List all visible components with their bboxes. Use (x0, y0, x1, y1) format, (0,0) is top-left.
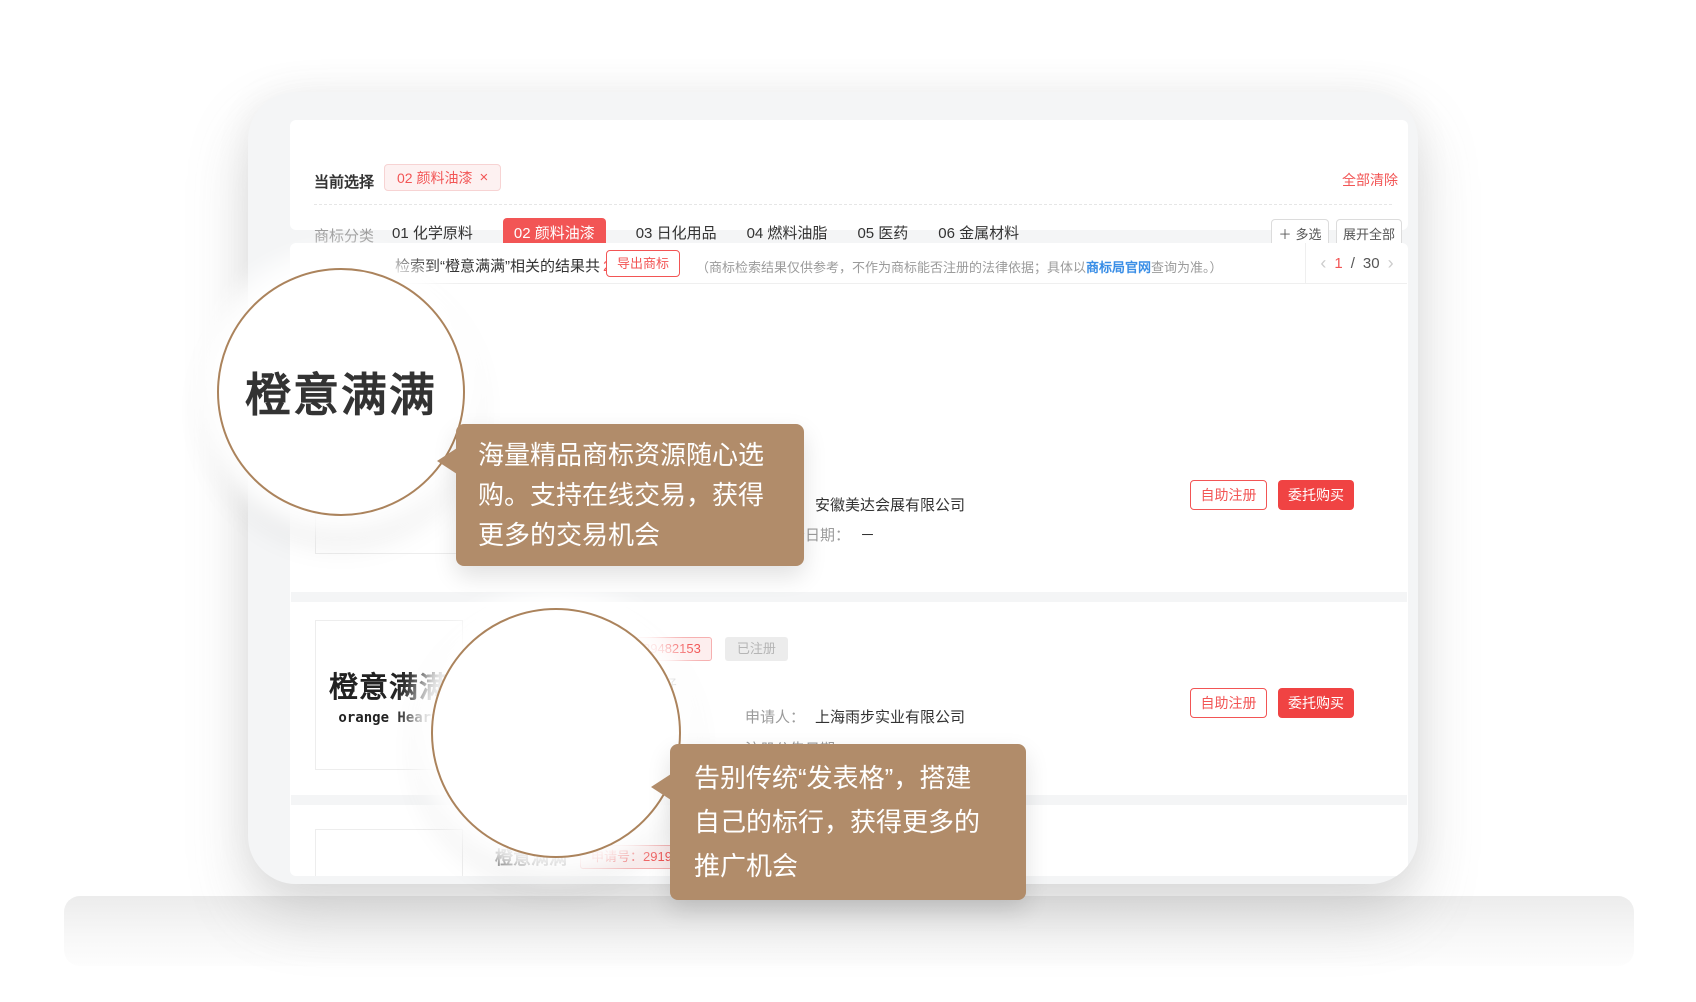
magnifier-circle-1: 橙意满满 (217, 268, 465, 516)
disclaimer-pre: （商标检索结果仅供参考，不作为商标能否注册的法律依据；具体以 (696, 260, 1086, 275)
tooltip-line: 海量精品商标资源随心选 (478, 435, 782, 475)
tooltip-arrow-left-icon (651, 774, 671, 800)
tooltip-line: 更多的交易机会 (478, 515, 782, 555)
category-item-05[interactable]: 05 医药 (857, 222, 908, 243)
clear-all-button[interactable]: 全部清除 (1342, 170, 1398, 190)
header-divider (291, 283, 1407, 284)
close-icon[interactable]: × (479, 170, 488, 185)
disclaimer-text: （商标检索结果仅供参考，不作为商标能否注册的法律依据；具体以商标局官网查询为准。… (696, 257, 1223, 276)
category-item-01[interactable]: 01 化学原料 (392, 222, 473, 243)
page: 当前选择 02 颜料油漆 × 全部清除 商标分类 01 化学原料 02 颜料油漆… (0, 0, 1696, 1002)
tooltip-arrow-left-icon (437, 448, 457, 474)
filter-panel: 当前选择 02 颜料油漆 × 全部清除 商标分类 01 化学原料 02 颜料油漆… (290, 120, 1408, 230)
trademark-image-text: 橙意满满 (329, 664, 449, 706)
tooltip-promotion: 告别传统“发表格”，搭建 自己的标行，获得更多的 推广机会 (670, 744, 1026, 900)
field-applicant: 申请人：上海雨步实业有限公司 (745, 706, 965, 727)
trademark-image-subtext: orange Heart (338, 710, 439, 726)
pagination-total: 30 (1363, 255, 1380, 272)
selected-filter-tag[interactable]: 02 颜料油漆 × (384, 164, 501, 191)
disclaimer-post: 查询为准。） (1151, 260, 1223, 275)
self-register-button[interactable]: 自助注册 (1190, 688, 1267, 718)
multi-select-label: 多选 (1296, 224, 1322, 243)
tooltip-line: 告别传统“发表格”，搭建 (694, 756, 1002, 800)
result-summary: 检索到“橙意满满”相关的结果共28 个 (395, 255, 642, 276)
pagination-current: 1 (1334, 255, 1342, 272)
tooltip-marketplace: 海量精品商标资源随心选 购。支持在线交易，获得 更多的交易机会 (456, 424, 804, 566)
tooltip-line: 购。支持在线交易，获得 (478, 475, 782, 515)
chevron-right-icon[interactable]: › (1388, 253, 1394, 274)
status-badge: 已注册 (725, 637, 788, 661)
tooltip-line: 推广机会 (694, 844, 1002, 888)
category-item-06[interactable]: 06 金属材料 (938, 222, 1019, 243)
magnified-trademark-text: 橙意满满 (245, 359, 437, 425)
self-register-button[interactable]: 自助注册 (1190, 480, 1267, 510)
export-trademarks-button[interactable]: 导出商标 (606, 250, 680, 277)
pagination-separator: / (1351, 255, 1355, 272)
row-separator (291, 592, 1407, 602)
laptop-base-shadow (64, 896, 1634, 966)
chevron-left-icon[interactable]: ‹ (1320, 253, 1326, 274)
current-selection-label: 当前选择 (314, 171, 374, 192)
trademark-image-3[interactable]: 橙意满满 (315, 829, 463, 876)
dashed-divider (314, 204, 1392, 205)
entrust-buy-button[interactable]: 委托购买 (1278, 688, 1354, 718)
row-actions: 自助注册 委托购买 (1190, 480, 1354, 510)
category-list: 01 化学原料 02 颜料油漆 03 日化用品 04 燃料油脂 05 医药 06… (392, 218, 1019, 246)
row-actions: 自助注册 委托购买 (1190, 688, 1354, 718)
trademark-office-link[interactable]: 商标局官网 (1086, 260, 1151, 275)
pagination: ‹ 1 / 30 › (1306, 243, 1408, 283)
plus-icon: ＋ (1278, 224, 1291, 243)
category-item-03[interactable]: 03 日化用品 (636, 222, 717, 243)
tooltip-line: 自己的标行，获得更多的 (694, 800, 1002, 844)
category-item-04[interactable]: 04 燃料油脂 (747, 222, 828, 243)
result-summary-prefix: 检索到“橙意满满”相关的结果共 (395, 258, 600, 275)
selected-filter-tag-label: 02 颜料油漆 (397, 168, 472, 188)
magnifier-circle-2 (431, 608, 681, 858)
entrust-buy-button[interactable]: 委托购买 (1278, 480, 1354, 510)
